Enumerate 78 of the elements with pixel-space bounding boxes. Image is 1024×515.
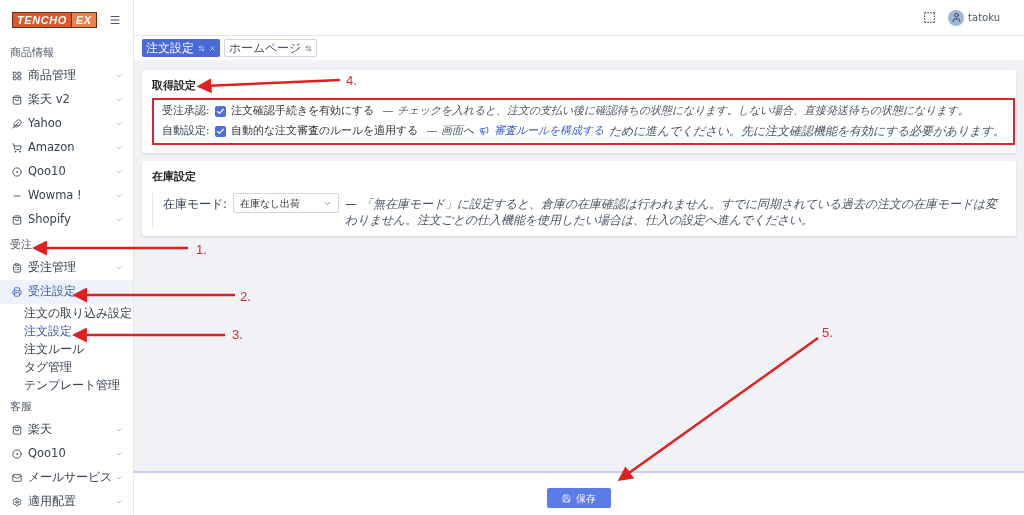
- menu-icon[interactable]: [108, 14, 121, 26]
- chevron-icon: [115, 120, 123, 128]
- mail-icon: [12, 473, 22, 483]
- gear-icon: [12, 497, 22, 507]
- checkbox[interactable]: [214, 105, 226, 117]
- annotation-number: 2.: [240, 288, 251, 306]
- bag-icon: [12, 95, 22, 105]
- section-heading: 商品情報: [9, 45, 55, 60]
- option-label[interactable]: 注文確認手続きを有効にする: [230, 103, 374, 119]
- page-tab[interactable]: ホームページ: [224, 39, 317, 57]
- sidebar-item[interactable]: メールサービス: [0, 466, 133, 490]
- stock-mode-select[interactable]: 在庫なし出荷: [233, 193, 340, 213]
- user-name[interactable]: tatoku: [968, 10, 1000, 25]
- submenu-item[interactable]: テンプレート管理: [0, 376, 133, 394]
- setting-label: 自動設定:: [162, 123, 210, 139]
- logo: TENCHO EX: [12, 12, 97, 28]
- option-label[interactable]: 自動的な注文審査のルールを適用する: [230, 123, 418, 140]
- chevron-icon: [115, 144, 123, 152]
- chevron-icon: [115, 264, 123, 272]
- circle-icon: [12, 449, 22, 459]
- sidebar-item[interactable]: Wowma !: [0, 184, 133, 208]
- printer-icon: [12, 287, 22, 297]
- sidebar-item[interactable]: 商品管理: [0, 64, 133, 88]
- swap-icon: [305, 44, 312, 52]
- submenu-item[interactable]: タグ管理: [0, 358, 133, 376]
- sidebar-item[interactable]: Amazon: [0, 136, 133, 160]
- bag-icon: [12, 425, 22, 435]
- hint-text: — 「無在庫モード」に設定すると、倉庫の在庫確認は行われません。すでに同期されている過去の注文の在庫モードは変わりません。注文ごとの仕入機能を使用したい場合は、仕入の設定へ進んでください。: [345, 196, 1000, 228]
- sidebar-item[interactable]: Shopify: [0, 208, 133, 232]
- setting-label: 在庫モード:: [163, 196, 228, 213]
- card-title: 在庫設定: [152, 169, 196, 185]
- sidebar-item[interactable]: Yahoo: [0, 112, 133, 136]
- section-heading: 客服: [9, 399, 33, 414]
- layout-icon[interactable]: [923, 11, 937, 24]
- chevron-icon: [115, 72, 123, 80]
- sidebar-item[interactable]: Qoo10: [0, 160, 133, 184]
- chevron-icon: [115, 474, 123, 482]
- save-icon: [562, 493, 571, 503]
- sidebar-item[interactable]: 楽天: [0, 418, 133, 442]
- megaphone-icon: [479, 126, 490, 137]
- grid-icon: [12, 71, 22, 81]
- swap-icon: [198, 44, 205, 52]
- close-icon[interactable]: [209, 44, 216, 52]
- page-tab[interactable]: 注文設定: [142, 39, 220, 57]
- chevron-icon: [115, 96, 123, 104]
- submenu-item[interactable]: 注文設定: [0, 322, 133, 340]
- annotation-number: 3.: [232, 326, 243, 344]
- sidebar-item[interactable]: 適用配置: [0, 490, 133, 514]
- annotation-number: 5.: [822, 324, 833, 342]
- circle-icon: [12, 167, 22, 177]
- submenu-item[interactable]: 注文の取り込み設定: [0, 304, 133, 322]
- setting-label: 受注承認:: [162, 103, 210, 119]
- chevron-icon: [115, 426, 123, 434]
- submenu-item[interactable]: 注文ルール: [0, 340, 133, 358]
- hint-text: ために進んでください。先に注文確認機能を有効にする必要があります。: [609, 123, 1006, 141]
- chevron-icon: [115, 450, 123, 458]
- bag-icon: [12, 215, 22, 225]
- link[interactable]: 審査ルールを構成する: [494, 123, 605, 140]
- card-title: 取得設定: [152, 78, 196, 93]
- sidebar-item[interactable]: 楽天 v2: [0, 88, 133, 112]
- cart-icon: [12, 143, 22, 153]
- checkbox[interactable]: [214, 125, 226, 137]
- chevron-icon: [115, 168, 123, 176]
- hint-text: — チェックを入れると、注文の支払い後に確認待ちの状態になります。しない場合、直接発送待ちの状態になります。: [382, 102, 970, 119]
- annotation-number: 1.: [196, 241, 207, 259]
- chevron-icon: [115, 192, 123, 200]
- chevron-icon: [115, 216, 123, 224]
- sidebar-item[interactable]: Qoo10: [0, 442, 133, 466]
- hint-text: — 画面へ: [426, 123, 475, 139]
- annotation-number: 4.: [346, 72, 357, 90]
- clipboard-icon: [12, 263, 22, 273]
- save-button[interactable]: 保存: [547, 488, 611, 508]
- chevron-icon: [115, 498, 123, 506]
- feather-icon: [12, 119, 22, 129]
- section-heading: 受注: [9, 237, 33, 252]
- avatar[interactable]: [948, 9, 965, 26]
- sidebar-item[interactable]: 受注管理: [0, 256, 133, 280]
- sidebar-item[interactable]: 受注設定: [0, 280, 133, 304]
